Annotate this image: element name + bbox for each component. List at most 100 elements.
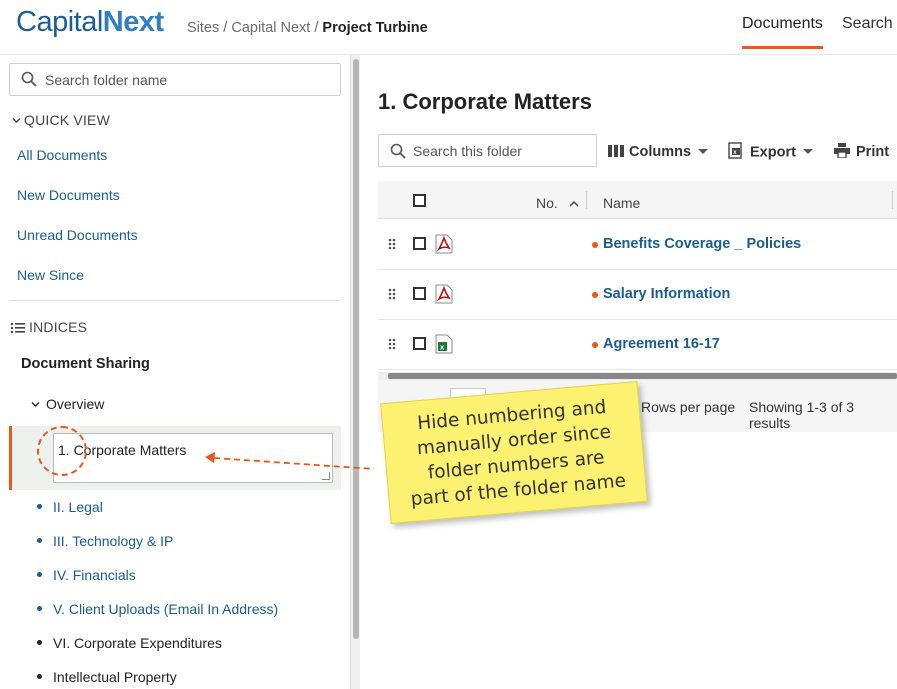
table-row[interactable]: x Agreement 16-17 <box>378 320 897 370</box>
overview-label: Overview <box>46 396 105 412</box>
tree-item-label: Intellectual Property <box>53 669 177 685</box>
list-icon <box>11 322 25 333</box>
tree-item-technology[interactable]: III. Technology & IP <box>37 533 173 549</box>
drag-handle-icon[interactable] <box>388 338 396 350</box>
row-checkbox[interactable] <box>413 237 426 250</box>
folder-search-placeholder: Search folder name <box>45 72 168 88</box>
export-icon: x <box>728 142 742 159</box>
drag-handle-icon[interactable] <box>388 288 396 300</box>
caret-down-icon <box>802 149 813 154</box>
divider <box>9 300 341 301</box>
chevron-down-icon <box>31 402 40 407</box>
quick-link-new-since[interactable]: New Since <box>17 267 84 283</box>
row-checkbox[interactable] <box>413 287 426 300</box>
table-header: No. Name <box>378 181 897 219</box>
search-icon <box>390 143 406 159</box>
document-link[interactable]: Salary Information <box>603 286 730 302</box>
tree-item-corporate-expenditures[interactable]: VI. Corporate Expenditures <box>37 635 222 651</box>
breadcrumb-separator: / <box>219 20 232 36</box>
folder-content-search-input[interactable]: Search this folder <box>378 134 597 167</box>
table-horizontal-scrollbar[interactable] <box>378 372 897 380</box>
breadcrumb-current: Project Turbine <box>322 20 428 36</box>
caret-down-icon <box>698 148 709 154</box>
breadcrumb-separator: / <box>310 20 323 36</box>
sort-up-icon <box>569 200 579 207</box>
nav-tab-search[interactable]: Search <box>842 15 893 33</box>
tree-item-legal[interactable]: II. Legal <box>37 499 103 515</box>
select-all-checkbox[interactable] <box>413 194 426 207</box>
folder-content-search-placeholder: Search this folder <box>413 143 522 159</box>
quick-link-unread-documents[interactable]: Unread Documents <box>17 227 138 243</box>
tree-item-label: III. Technology & IP <box>53 533 174 549</box>
highlight-circle <box>37 426 87 476</box>
results-count: Showing 1-3 of 3 results <box>749 399 855 431</box>
main-content: 1. Corporate Matters Search this folder … <box>361 55 897 689</box>
tree-item-client-uploads[interactable]: V. Client Uploads (Email In Address) <box>37 601 278 617</box>
columns-icon <box>608 145 624 158</box>
tree-item-financials[interactable]: IV. Financials <box>37 567 136 583</box>
export-label: Export <box>750 144 796 161</box>
quick-view-header[interactable]: QUICK VIEW <box>12 112 110 128</box>
sidebar-scrollbar[interactable] <box>350 55 360 689</box>
search-icon <box>21 71 37 87</box>
breadcrumb: Sites / Capital Next / Project Turbine <box>187 20 428 36</box>
column-separator[interactable] <box>586 191 587 209</box>
table-row[interactable]: Salary Information <box>378 270 897 320</box>
tree-item-label: V. Client Uploads (Email In Address) <box>53 601 279 617</box>
columns-button[interactable]: Columns <box>608 144 709 160</box>
rows-per-page-label: Rows per page <box>641 399 736 415</box>
columns-label: Columns <box>629 144 692 160</box>
bullet <box>37 605 42 611</box>
column-no-label: No. <box>536 195 558 211</box>
folder-rename-field[interactable]: 1. Corporate Matters <box>53 433 333 483</box>
drag-handle-icon[interactable] <box>388 238 396 250</box>
document-sharing-title[interactable]: Document Sharing <box>21 356 150 372</box>
new-indicator <box>592 292 598 298</box>
document-link[interactable]: Benefits Coverage _ Policies <box>603 236 801 252</box>
tree-item-overview[interactable]: Overview <box>31 396 104 412</box>
new-indicator <box>592 342 598 348</box>
page-title: 1. Corporate Matters <box>378 89 592 114</box>
quick-link-new-documents[interactable]: New Documents <box>17 187 120 203</box>
scrollbar-thumb[interactable] <box>353 59 359 639</box>
bullet <box>37 673 42 679</box>
export-button[interactable]: x Export <box>728 142 813 161</box>
bullet <box>37 503 42 509</box>
table-row[interactable]: Benefits Coverage _ Policies <box>378 220 897 270</box>
print-label: Print <box>856 144 890 160</box>
breadcrumb-site[interactable]: Capital Next <box>231 20 310 36</box>
logo-text-capital: Capital <box>16 6 103 38</box>
indices-header[interactable]: INDICES <box>11 319 87 335</box>
pdf-icon <box>435 234 453 254</box>
document-link[interactable]: Agreement 16-17 <box>603 336 720 352</box>
logo[interactable]: CapitalNext <box>16 6 164 39</box>
print-button[interactable]: Print <box>834 142 890 160</box>
tree-item-intellectual-property[interactable]: Intellectual Property <box>37 669 177 685</box>
scrollbar-thumb[interactable] <box>388 373 897 379</box>
bullet <box>37 639 42 645</box>
sidebar: Search folder name QUICK VIEW All Docume… <box>0 55 350 689</box>
breadcrumb-sites[interactable]: Sites <box>187 20 219 36</box>
bullet <box>37 571 42 577</box>
excel-icon: x <box>435 334 453 354</box>
column-header-name[interactable]: Name <box>603 195 640 211</box>
bullet <box>37 537 42 543</box>
annotation-note-text: Hide numbering and manually order since … <box>409 396 627 511</box>
folder-search-input[interactable]: Search folder name <box>9 63 341 96</box>
top-bar: CapitalNext Sites / Capital Next / Proje… <box>0 0 897 55</box>
quick-link-all-documents[interactable]: All Documents <box>17 147 107 163</box>
logo-text-next: Next <box>102 6 164 38</box>
indices-label: INDICES <box>29 319 88 335</box>
column-header-no[interactable]: No. <box>536 195 579 211</box>
resize-handle[interactable] <box>322 472 330 480</box>
tree-item-label: VI. Corporate Expenditures <box>53 635 222 651</box>
annotation-note: Hide numbering and manually order since … <box>380 380 648 525</box>
column-separator[interactable] <box>892 191 893 209</box>
printer-icon <box>834 142 850 159</box>
tree-item-label: IV. Financials <box>53 567 136 583</box>
pdf-icon <box>435 284 453 304</box>
tree-item-label: II. Legal <box>53 499 103 515</box>
row-checkbox[interactable] <box>413 337 426 350</box>
nav-tab-documents[interactable]: Documents <box>742 15 823 49</box>
chevron-down-icon <box>12 117 21 123</box>
